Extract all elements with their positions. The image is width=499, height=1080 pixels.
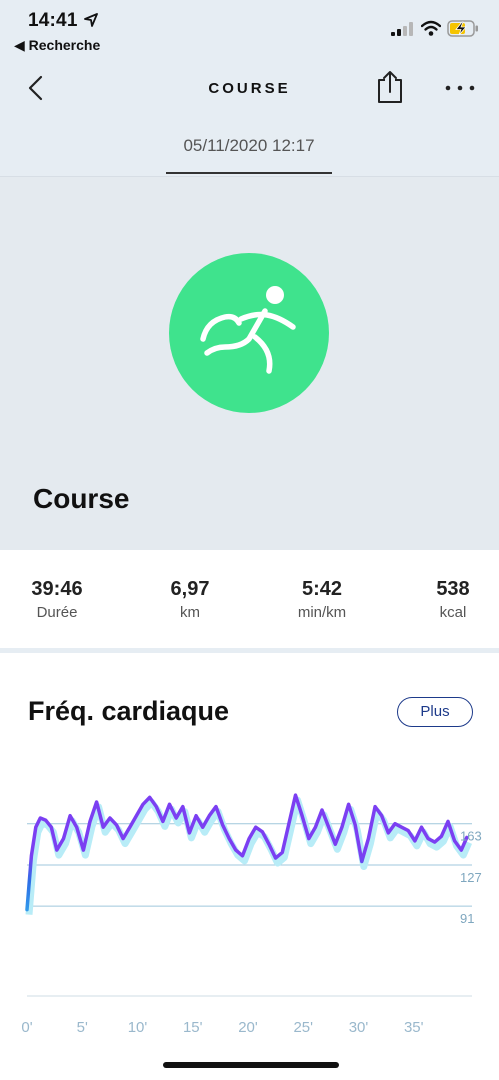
home-indicator[interactable] (163, 1062, 339, 1068)
battery-charging-icon (447, 20, 478, 37)
stat-distance: 6,97 km (155, 578, 225, 621)
section-divider (0, 648, 499, 653)
stat-calories: 538 kcal (418, 578, 488, 621)
tab-date[interactable]: 05/11/2020 12:17 (166, 128, 332, 174)
x-tick-label: 0' (21, 1019, 32, 1036)
stat-label: km (180, 604, 200, 621)
x-tick-label: 15' (183, 1019, 203, 1036)
x-tick-label: 25' (293, 1019, 313, 1036)
y-tick-label: 91 (460, 911, 474, 926)
runner-icon (200, 286, 296, 374)
stat-label: Durée (36, 604, 78, 621)
stat-label: min/km (297, 604, 347, 621)
stat-value: 538 (436, 578, 470, 600)
stat-pace: 5:42 min/km (282, 578, 362, 621)
activity-hero: Course (0, 176, 499, 551)
stat-label: kcal (439, 604, 467, 621)
heart-rate-title: Fréq. cardiaque (28, 696, 230, 726)
heart-rate-chart: 163 127 91 0' 5' 10' 15' 20' 25' 30' 35' (21, 793, 482, 1036)
location-arrow-icon (84, 13, 98, 27)
back-to-app-link[interactable]: ◀ Recherche (14, 37, 100, 54)
share-icon[interactable] (376, 70, 404, 104)
wifi-icon (421, 20, 441, 36)
stat-duration: 39:46 Durée (22, 578, 92, 621)
more-button[interactable]: Plus (397, 697, 473, 727)
y-tick-label: 163 (460, 829, 482, 844)
x-tick-label: 10' (128, 1019, 148, 1036)
activity-name: Course (33, 483, 130, 514)
activity-icon-badge (169, 253, 329, 413)
stat-value: 39:46 (31, 578, 83, 600)
stats-row: 39:46 Durée 6,97 km 5:42 min/km 538 kcal (0, 550, 499, 650)
x-tick-label: 5' (77, 1019, 88, 1036)
heart-rate-raw-series (25, 796, 473, 915)
nav-bar: COURSE (0, 60, 499, 116)
more-horizontal-icon[interactable] (444, 78, 476, 98)
page-title: COURSE (208, 80, 291, 97)
status-bar: 14:41 ◀ Recherche (0, 0, 499, 58)
stat-value: 5:42 (301, 578, 343, 600)
y-tick-label: 127 (460, 870, 482, 885)
x-tick-label: 30' (349, 1019, 369, 1036)
x-tick-label: 35' (404, 1019, 424, 1036)
status-time: 14:41 (28, 10, 78, 31)
stat-value: 6,97 (170, 578, 210, 600)
x-tick-label: 20' (238, 1019, 258, 1036)
cellular-signal-icon (391, 22, 413, 36)
